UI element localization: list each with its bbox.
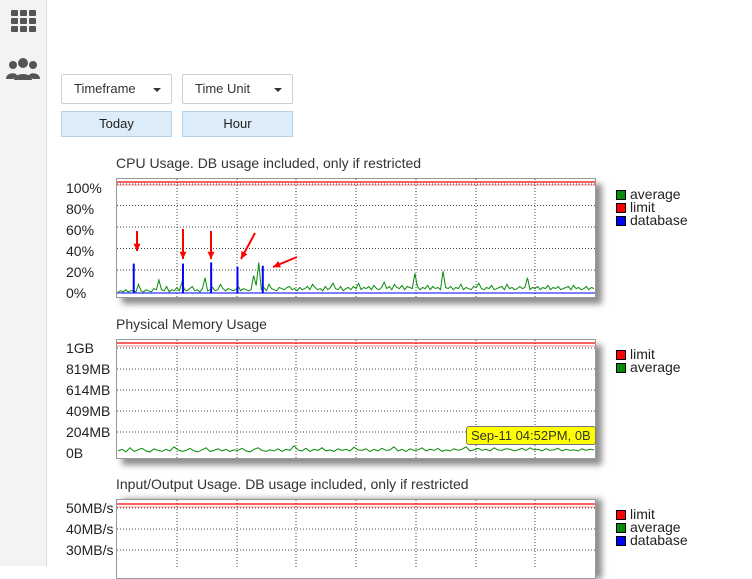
- cpu-ytick: 0%: [66, 285, 87, 301]
- time-unit-dropdown[interactable]: Time Unit: [182, 74, 293, 104]
- sidebar: [0, 0, 47, 566]
- memory-ytick: 204MB: [66, 424, 111, 440]
- time-unit-label: Time Unit: [195, 81, 251, 96]
- io-chart[interactable]: [116, 499, 596, 579]
- io-chart-plot: [117, 500, 595, 567]
- annotation-arrowhead: [179, 251, 187, 259]
- annotation-arrowhead: [207, 251, 215, 259]
- legend-swatch: [616, 350, 626, 361]
- cpu-chart-plot: [117, 179, 595, 297]
- legend-swatch: [616, 363, 626, 374]
- io-chart-title: Input/Output Usage. DB usage included, o…: [116, 476, 469, 492]
- timeframe-dropdown[interactable]: Timeframe: [61, 74, 172, 104]
- chart-tooltip: Sep-11 04:52PM, 0B: [466, 426, 596, 445]
- chevron-down-icon: [274, 88, 282, 92]
- memory-ytick: 1GB: [66, 340, 95, 356]
- io-ytick: 30MB/s: [66, 542, 114, 558]
- annotation-arrowhead: [133, 243, 141, 251]
- legend-swatch: [616, 216, 626, 227]
- legend-swatch: [616, 523, 626, 534]
- cpu-chart[interactable]: [116, 178, 596, 298]
- memory-ytick: 0B: [66, 445, 84, 461]
- memory-average-line: [117, 444, 595, 453]
- legend-label: average: [630, 359, 681, 375]
- memory-chart-title: Physical Memory Usage: [116, 316, 267, 332]
- users-icon[interactable]: [5, 54, 41, 86]
- timeframe-value-button[interactable]: Today: [61, 111, 172, 137]
- cpu-ytick: 100%: [66, 180, 102, 196]
- grid-icon[interactable]: [7, 6, 39, 38]
- cpu-ytick: 40%: [66, 243, 95, 259]
- legend-swatch: [616, 536, 626, 547]
- cpu-chart-title: CPU Usage. DB usage included, only if re…: [116, 155, 422, 171]
- time-unit-value-button[interactable]: Hour: [182, 111, 293, 137]
- chevron-down-icon: [153, 88, 161, 92]
- io-ytick: 40MB/s: [66, 521, 114, 537]
- io-ytick: 50MB/s: [66, 500, 114, 516]
- legend-swatch: [616, 190, 626, 201]
- memory-ytick: 614MB: [66, 382, 111, 398]
- cpu-ytick: 60%: [66, 222, 95, 238]
- cpu-ytick: 20%: [66, 264, 95, 280]
- legend-label: database: [630, 532, 688, 548]
- memory-ytick: 819MB: [66, 361, 111, 377]
- legend-item: database: [616, 532, 688, 548]
- cpu-legend: average limit database: [616, 187, 688, 228]
- io-legend: limit average database: [616, 507, 688, 548]
- timeframe-label: Timeframe: [74, 81, 136, 96]
- legend-swatch: [616, 203, 626, 214]
- legend-label: database: [630, 212, 688, 228]
- memory-ytick: 409MB: [66, 403, 111, 419]
- memory-legend: limit average: [616, 347, 681, 375]
- legend-swatch: [616, 510, 626, 521]
- legend-item: database: [616, 212, 688, 228]
- cpu-ytick: 80%: [66, 201, 95, 217]
- legend-item: average: [616, 359, 681, 375]
